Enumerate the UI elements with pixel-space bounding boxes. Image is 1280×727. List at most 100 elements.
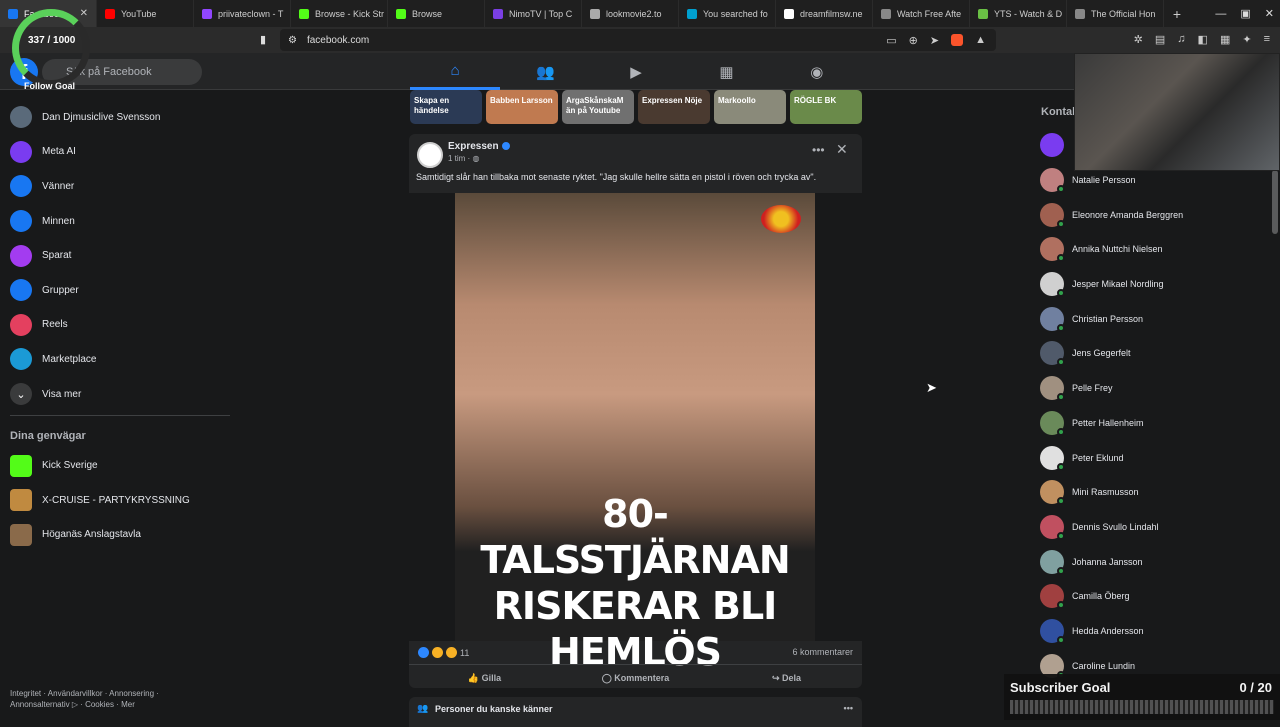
contact-item[interactable]: Jens Gegerfelt xyxy=(1040,336,1240,371)
post-close-icon[interactable]: ✕ xyxy=(836,141,848,158)
contact-name: Jens Gegerfelt xyxy=(1072,348,1131,359)
close-window-icon[interactable]: ✕ xyxy=(1265,7,1274,20)
contact-name: Eleonore Amanda Berggren xyxy=(1072,209,1184,220)
post-photo: 80-TALSSTJÄRNAN RISKERAR BLI HEMLÖS xyxy=(455,193,815,674)
video-icon[interactable]: ▶ xyxy=(591,53,681,90)
contact-item[interactable]: Jesper Mikael Nordling xyxy=(1040,267,1240,302)
close-tab-icon[interactable]: ✕ xyxy=(80,8,88,19)
like-button[interactable]: 👍 Gilla xyxy=(409,669,560,687)
leo-ai-icon[interactable]: ✦ xyxy=(1242,33,1251,46)
contact-item[interactable]: Eleonore Amanda Berggren xyxy=(1040,197,1240,232)
sidebar-item[interactable]: ⌄ Visa mer xyxy=(0,377,240,412)
post-image[interactable]: 80-TALSSTJÄRNAN RISKERAR BLI HEMLÖS xyxy=(409,193,862,674)
reactions-summary[interactable]: 11 xyxy=(418,647,469,658)
headline-line-2: RISKERAR BLI xyxy=(493,584,778,628)
share-button[interactable]: ↪ Dela xyxy=(711,669,862,687)
sidebar-item[interactable]: Sparat xyxy=(0,238,240,273)
browser-tab[interactable]: lookmovie2.to xyxy=(582,0,679,27)
new-tab-icon[interactable]: + xyxy=(1164,6,1190,22)
extensions-icon[interactable]: ✲ xyxy=(1134,33,1143,46)
story-card[interactable]: Expressen Nöje xyxy=(638,90,710,124)
contact-item[interactable]: Pelle Frey xyxy=(1040,371,1240,406)
post-time[interactable]: 1 tim · ◍ xyxy=(448,154,479,163)
url-bar[interactable]: ⚙ facebook.com ▭ ⊕ ➤ ▲ xyxy=(280,29,996,51)
tab-label: lookmovie2.to xyxy=(606,8,662,19)
comments-count[interactable]: 6 kommentarer xyxy=(792,647,853,657)
contact-item[interactable]: Peter Eklund xyxy=(1040,440,1240,475)
online-status-icon xyxy=(1057,254,1065,263)
contact-item[interactable]: Camilla Öberg xyxy=(1040,579,1240,614)
contact-item[interactable]: Mini Rasmusson xyxy=(1040,475,1240,510)
browser-tab[interactable]: Browse xyxy=(388,0,485,27)
shortcut-item[interactable]: X-CRUISE - PARTYKRYSSNING xyxy=(0,483,240,518)
tab-label: YouTube xyxy=(121,8,157,19)
tab-manager-icon[interactable]: ▤ xyxy=(1155,33,1165,46)
shortcut-item[interactable]: Kick Sverige xyxy=(0,448,240,483)
gaming-icon[interactable]: ◉ xyxy=(772,53,862,90)
post-author-avatar[interactable] xyxy=(417,142,443,168)
post-options-icon[interactable]: ••• xyxy=(812,143,825,157)
menu-icon[interactable]: ≡ xyxy=(1264,33,1270,46)
comment-button[interactable]: ◯ Kommentera xyxy=(560,669,711,687)
zoom-icon[interactable]: ⊕ xyxy=(909,34,918,47)
marketplace-nav-icon[interactable]: ▦ xyxy=(681,53,771,90)
story-card[interactable]: Markoollo xyxy=(714,90,786,124)
post-author[interactable]: Expressen xyxy=(448,141,510,152)
cast-icon[interactable]: ▭ xyxy=(886,34,896,47)
friends-nav-icon[interactable]: 👥 xyxy=(500,53,590,90)
bookmark-icon[interactable]: ▮ xyxy=(260,33,266,46)
people-options-icon[interactable]: ••• xyxy=(844,703,853,713)
story-card[interactable]: Skapa en händelse xyxy=(410,90,482,124)
contact-item[interactable]: Annika Nuttchi Nielsen xyxy=(1040,232,1240,267)
home-icon[interactable]: ⌂ xyxy=(410,53,501,90)
story-card[interactable]: RÖGLE BK xyxy=(790,90,862,124)
contact-item[interactable]: Dennis Svullo Lindahl xyxy=(1040,510,1240,545)
tab-favicon-icon xyxy=(590,8,600,19)
sidebar-item-label: Sparat xyxy=(42,250,72,262)
browser-tab[interactable]: priivateclown - T xyxy=(194,0,291,27)
post-headline: 80-TALSSTJÄRNAN RISKERAR BLI HEMLÖS xyxy=(455,491,815,675)
online-status-icon xyxy=(1057,219,1065,228)
brave-shield-icon[interactable] xyxy=(951,33,964,46)
browser-tab[interactable]: You searched fo xyxy=(679,0,776,27)
browser-tab[interactable]: NimoTV | Top C xyxy=(485,0,582,27)
browser-tab[interactable]: YouTube xyxy=(97,0,194,27)
contact-item[interactable]: Christian Persson xyxy=(1040,301,1240,336)
subscriber-goal-count: 0 / 20 xyxy=(1239,680,1272,695)
browser-tab[interactable]: Watch Free Afte xyxy=(873,0,970,27)
browser-tab[interactable]: The Official Hon xyxy=(1067,0,1164,27)
music-icon[interactable]: ♫ xyxy=(1177,33,1185,46)
contact-item[interactable]: Petter Hallenheim xyxy=(1040,406,1240,441)
contact-item[interactable]: Johanna Jansson xyxy=(1040,544,1240,579)
online-status-icon xyxy=(1057,358,1065,367)
subscriber-goal-overlay: Subscriber Goal 0 / 20 xyxy=(1004,674,1280,720)
sidebar-item[interactable]: Meta AI xyxy=(0,135,240,170)
contact-name: Johanna Jansson xyxy=(1072,556,1143,567)
sidebar-item[interactable]: Minnen xyxy=(0,204,240,239)
browser-tab[interactable]: dreamfilmsw.ne xyxy=(776,0,873,27)
sidebar-item[interactable]: Reels xyxy=(0,308,240,343)
contact-name: Peter Eklund xyxy=(1072,452,1124,463)
scrollbar[interactable] xyxy=(1272,170,1278,234)
share-icon[interactable]: ➤ xyxy=(930,34,939,47)
shortcut-thumbnail-icon xyxy=(10,489,32,512)
sidebar-item[interactable]: Vänner xyxy=(0,169,240,204)
story-card[interactable]: Babben Larsson xyxy=(486,90,558,124)
site-info-icon[interactable]: ⚙ xyxy=(288,35,297,46)
minimize-icon[interactable]: — xyxy=(1215,8,1226,20)
contact-item[interactable]: Hedda Andersson xyxy=(1040,614,1240,649)
sidebar-item[interactable]: Marketplace xyxy=(0,342,240,377)
brave-rewards-icon[interactable]: ▲ xyxy=(975,34,986,47)
story-card[interactable]: ArgaSkånskaM än på Youtube xyxy=(562,90,634,124)
sidebar-icon[interactable]: ◧ xyxy=(1198,33,1208,46)
tab-label: NimoTV | Top C xyxy=(509,8,573,19)
sidebar-item[interactable]: Dan Djmusiclive Svensson xyxy=(0,100,240,135)
browser-tab[interactable]: YTS - Watch & D xyxy=(970,0,1067,27)
sidebar-item[interactable]: Grupper xyxy=(0,273,240,308)
maximize-icon[interactable]: ▣ xyxy=(1240,7,1250,20)
shortcut-item[interactable]: Höganäs Anslagstavla xyxy=(0,518,240,553)
browser-tab[interactable]: Browse - Kick Str xyxy=(291,0,388,27)
wallet-icon[interactable]: ▦ xyxy=(1220,33,1230,46)
contacts-list: Natalie Persson Eleonore Amanda Berggren A… xyxy=(1040,128,1240,683)
footer-links[interactable]: Integritet · Användarvillkor · Annonseri… xyxy=(10,688,190,710)
